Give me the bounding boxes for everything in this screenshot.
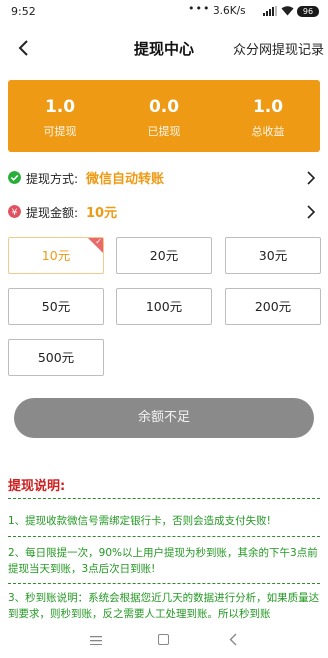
divider [8, 536, 320, 537]
home-icon[interactable] [158, 634, 169, 645]
withdraw-method-row[interactable]: 提现方式: 微信自动转账 [8, 167, 320, 189]
amount-option-500[interactable]: 500元 [8, 339, 104, 376]
signal-icon [263, 6, 277, 16]
withdraw-amount-row[interactable]: ¥ 提现金额: 10元 [8, 201, 320, 223]
amount-option-20[interactable]: 20元 [116, 237, 212, 274]
amount-option-200[interactable]: 200元 [225, 288, 321, 325]
nav-back-icon[interactable] [229, 633, 237, 646]
stat-withdrawn: 0.0 已提现 [112, 80, 216, 152]
submit-withdraw-button[interactable]: 余额不足 [14, 398, 314, 438]
note-item: 2、每日限提一次，90%以上用户提现为秒到账，其余的下午3点前提现当天到账，3点… [8, 547, 318, 575]
status-bar: 9:52 ••• 3.6K/s 96 [0, 0, 328, 24]
amount-option-label: 30元 [258, 248, 288, 263]
stat-total: 1.0 总收益 [216, 80, 320, 152]
notes-title: 提现说明: [8, 479, 66, 494]
stat-label: 已提现 [147, 125, 181, 138]
amount-option-30[interactable]: 30元 [225, 237, 321, 274]
check-icon: ✓ [95, 237, 102, 246]
check-circle-icon [8, 171, 21, 184]
amount-option-label: 200元 [254, 299, 292, 314]
method-label: 提现方式: [26, 172, 79, 186]
amount-option-100[interactable]: 100元 [116, 288, 212, 325]
amount-option-label: 500元 [37, 350, 75, 365]
menu-icon[interactable] [90, 636, 102, 645]
method-value: 微信自动转账 [86, 172, 165, 187]
stat-label: 可提现 [43, 125, 77, 138]
stat-value: 1.0 [44, 97, 76, 117]
stat-available: 1.0 可提现 [8, 80, 112, 152]
system-nav-bar [0, 624, 328, 658]
balance-summary: 1.0 可提现 0.0 已提现 1.0 总收益 [8, 80, 320, 152]
chevron-right-icon [307, 205, 316, 219]
battery-icon: 96 [297, 6, 319, 17]
divider [8, 498, 320, 499]
amount-value: 10元 [86, 206, 118, 221]
wifi-icon [281, 6, 294, 16]
amount-option-label: 100元 [145, 299, 183, 314]
svg-text:¥: ¥ [12, 208, 18, 218]
network-speed: 3.6K/s [213, 5, 246, 17]
amount-option-label: 10元 [41, 248, 71, 263]
withdraw-record-link[interactable]: 众分网提现记录 [233, 39, 324, 58]
note-item: 1、提现收款微信号需绑定银行卡，否则会造成支付失败! [8, 515, 271, 527]
amount-label: 提现金额: [26, 206, 79, 220]
stat-label: 总收益 [251, 125, 285, 138]
status-dots: ••• [188, 2, 211, 15]
stat-value: 0.0 [148, 97, 180, 117]
amount-option-label: 20元 [149, 248, 179, 263]
withdraw-screen: 9:52 ••• 3.6K/s 96 提现中心 众分网提现记录 1.0 可提现 … [0, 0, 328, 658]
note-item: 3、秒到账说明：系统会根据您近几天的数据进行分析，如果质量达到要求，则秒到账，反… [8, 592, 320, 620]
stat-value: 1.0 [252, 97, 284, 117]
status-time: 9:52 [11, 5, 36, 18]
chevron-right-icon [307, 171, 316, 185]
amount-option-50[interactable]: 50元 [8, 288, 104, 325]
divider [8, 583, 320, 584]
top-bar: 提现中心 众分网提现记录 [0, 28, 328, 68]
money-icon: ¥ [8, 205, 21, 218]
amount-option-label: 50元 [41, 299, 71, 314]
amount-option-10[interactable]: 10元 ✓ [8, 237, 104, 274]
